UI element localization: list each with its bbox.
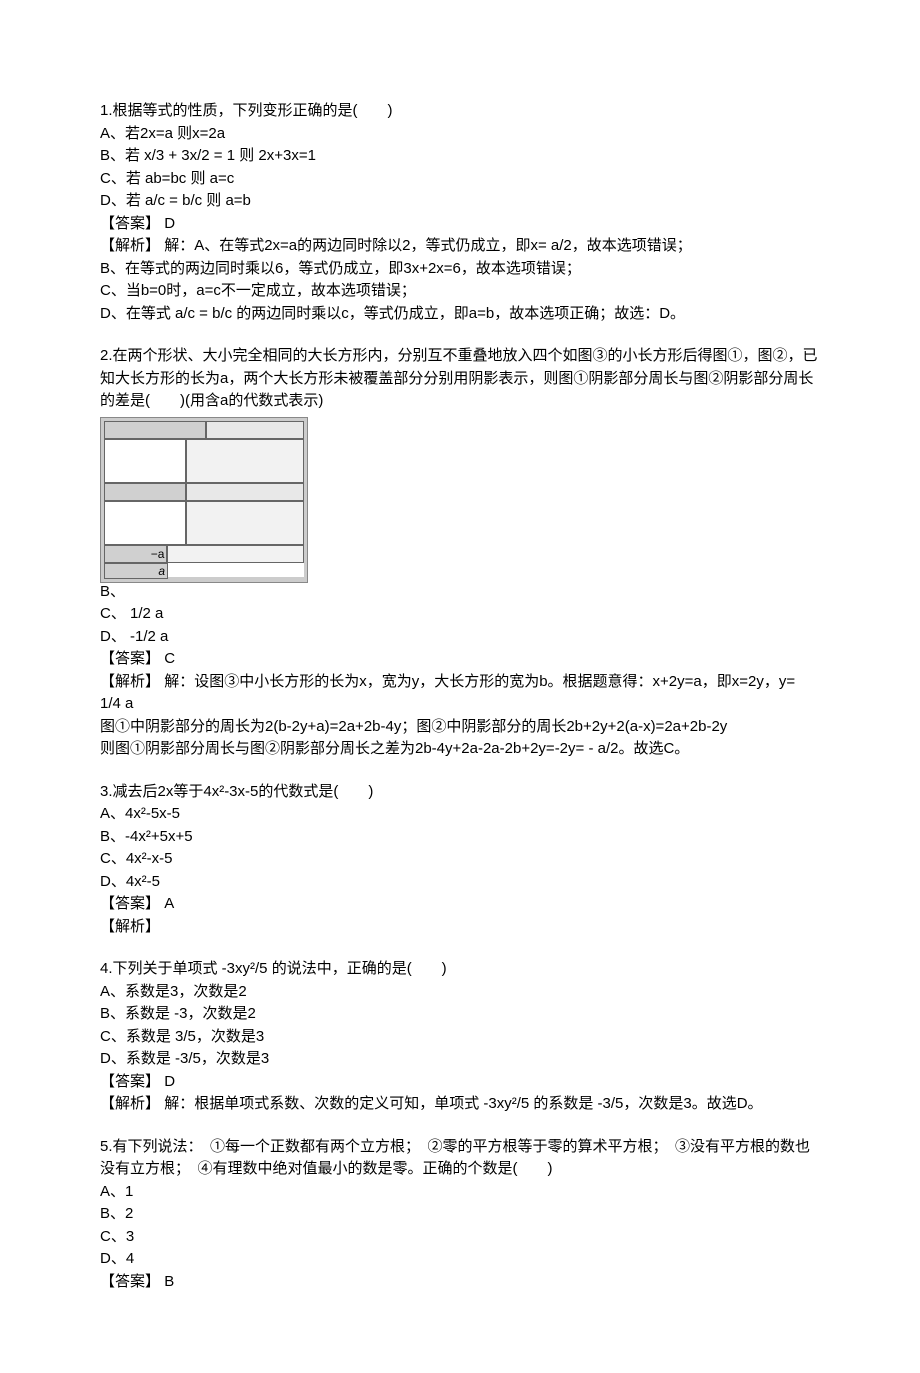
q5-option-a: A、1 (100, 1181, 820, 1204)
q2-figure: −a a (100, 417, 308, 583)
q4-option-d: D、系数是 -3/5，次数是3 (100, 1048, 820, 1071)
q3-option-a: A、4x²-5x-5 (100, 803, 820, 826)
q3-stem: 3.减去后2x等于4x²-3x-5的代数式是( ) (100, 781, 820, 804)
question-3: 3.减去后2x等于4x²-3x-5的代数式是( ) A、4x²-5x-5 B、-… (100, 781, 820, 939)
answer-value: C (164, 650, 175, 667)
q2-option-b: B、 (100, 581, 820, 604)
q3-option-c: C、4x²-x-5 (100, 848, 820, 871)
answer-label: 【答案】 (100, 1073, 160, 1090)
explanation-label: 【解析】 (100, 237, 160, 254)
q1-option-d: D、若 a/c = b/c 则 a=b (100, 190, 820, 213)
q3-option-b: B、-4x²+5x+5 (100, 826, 820, 849)
q5-stem: 5.有下列说法： ①每一个正数都有两个立方根； ②零的平方根等于零的算术平方根；… (100, 1136, 820, 1181)
explanation-text: 解：根据单项式系数、次数的定义可知，单项式 -3xy²/5 的系数是 -3/5，… (164, 1095, 762, 1112)
answer-label: 【答案】 (100, 1273, 160, 1290)
q2-stem: 2.在两个形状、大小完全相同的大长方形内，分别互不重叠地放入四个如图③的小长方形… (100, 345, 820, 413)
q1-option-b: B、若 x/3 + 3x/2 = 1 则 2x+3x=1 (100, 145, 820, 168)
q5-answer: 【答案】 B (100, 1271, 820, 1294)
answer-label: 【答案】 (100, 215, 160, 232)
q1-explanation-b: B、在等式的两边同时乘以6，等式仍成立，即3x+2x=6，故本选项错误； (100, 258, 820, 281)
q2-explanation-2: 图①中阴影部分的周长为2(b-2y+a)=2a+2b-4y；图②中阴影部分的周长… (100, 716, 820, 739)
q4-explanation: 【解析】 解：根据单项式系数、次数的定义可知，单项式 -3xy²/5 的系数是 … (100, 1093, 820, 1116)
question-4: 4.下列关于单项式 -3xy²/5 的说法中，正确的是( ) A、系数是3，次数… (100, 958, 820, 1116)
q5-option-b: B、2 (100, 1203, 820, 1226)
explanation-label: 【解析】 (100, 673, 160, 690)
q1-explanation-c: C、当b=0时，a=c不一定成立，故本选项错误； (100, 280, 820, 303)
answer-value: D (164, 215, 175, 232)
q3-answer: 【答案】 A (100, 893, 820, 916)
q1-explanation-a: 【解析】 解：A、在等式2x=a的两边同时除以2，等式仍成立，即x= a/2，故… (100, 235, 820, 258)
answer-value: B (164, 1273, 174, 1290)
q4-option-b: B、系数是 -3，次数是2 (100, 1003, 820, 1026)
q2-explanation-1: 【解析】 解：设图③中小长方形的长为x，宽为y，大长方形的宽为b。根据题意得：x… (100, 671, 820, 716)
q1-stem: 1.根据等式的性质，下列变形正确的是( ) (100, 100, 820, 123)
explanation-label: 【解析】 (100, 1095, 160, 1112)
q5-option-d: D、4 (100, 1248, 820, 1271)
q2-explanation-3: 则图①阴影部分周长与图②阴影部分周长之差为2b-4y+2a-2a-2b+2y=-… (100, 738, 820, 761)
question-2: 2.在两个形状、大小完全相同的大长方形内，分别互不重叠地放入四个如图③的小长方形… (100, 345, 820, 761)
explanation-text: 解：A、在等式2x=a的两边同时除以2，等式仍成立，即x= a/2，故本选项错误… (164, 237, 692, 254)
q4-stem: 4.下列关于单项式 -3xy²/5 的说法中，正确的是( ) (100, 958, 820, 981)
answer-value: D (164, 1073, 175, 1090)
q1-option-a: A、若2x=a 则x=2a (100, 123, 820, 146)
q1-option-c: C、若 ab=bc 则 a=c (100, 168, 820, 191)
q4-answer: 【答案】 D (100, 1071, 820, 1094)
q2-option-d: D、 -1/2 a (100, 626, 820, 649)
answer-label: 【答案】 (100, 650, 160, 667)
q3-explanation: 【解析】 (100, 916, 820, 939)
explanation-text: 解：设图③中小长方形的长为x，宽为y，大长方形的宽为b。根据题意得：x+2y=a… (100, 673, 795, 713)
q1-answer: 【答案】 D (100, 213, 820, 236)
q4-option-a: A、系数是3，次数是2 (100, 981, 820, 1004)
q1-explanation-d: D、在等式 a/c = b/c 的两边同时乘以c，等式仍成立，即a=b，故本选项… (100, 303, 820, 326)
q3-option-d: D、4x²-5 (100, 871, 820, 894)
answer-value: A (164, 895, 174, 912)
q2-answer: 【答案】 C (100, 648, 820, 671)
q4-option-c: C、系数是 3/5，次数是3 (100, 1026, 820, 1049)
q2-option-c: C、 1/2 a (100, 603, 820, 626)
answer-label: 【答案】 (100, 895, 160, 912)
q5-option-c: C、3 (100, 1226, 820, 1249)
question-5: 5.有下列说法： ①每一个正数都有两个立方根； ②零的平方根等于零的算术平方根；… (100, 1136, 820, 1294)
question-1: 1.根据等式的性质，下列变形正确的是( ) A、若2x=a 则x=2a B、若 … (100, 100, 820, 325)
